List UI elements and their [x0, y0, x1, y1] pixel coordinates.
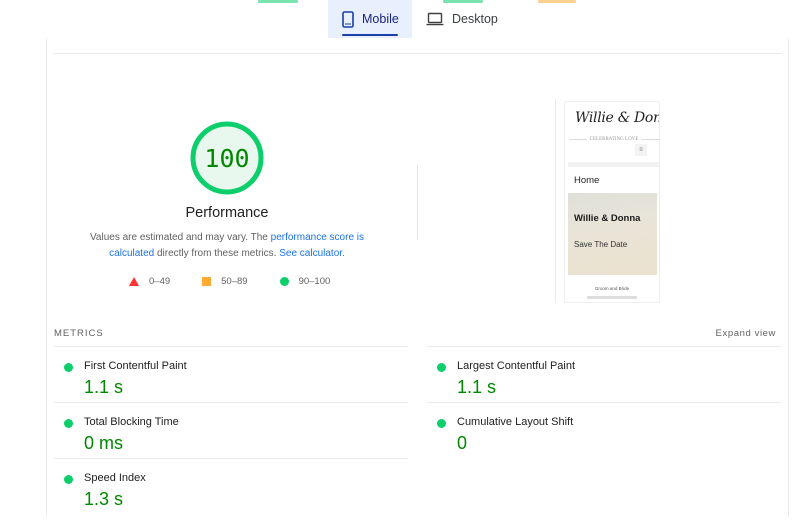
cropped-score-fragment [258, 0, 298, 3]
divider [427, 346, 781, 347]
description-text: directly from these metrics. [154, 248, 280, 259]
metric-cumulative-layout-shift: Cumulative Layout Shift 0 [427, 412, 767, 468]
pass-circle-icon [64, 419, 73, 428]
metric-name: Speed Index [84, 472, 146, 484]
metrics-section-label: METRICS [54, 328, 104, 339]
active-tab-indicator [342, 34, 398, 36]
metric-total-blocking-time: Total Blocking Time 0 ms [54, 412, 394, 468]
orange-square-icon [202, 277, 212, 286]
metric-name: Largest Contentful Paint [457, 360, 576, 372]
preview-nav-home: Home [574, 175, 600, 186]
pass-circle-icon [437, 363, 446, 372]
see-calculator-link[interactable]: See calculator. [279, 248, 345, 259]
preview-bar [568, 162, 659, 167]
metric-name: First Contentful Paint [84, 360, 187, 372]
page-screenshot-thumbnail[interactable]: Willie & Donn CELEBRATING LOVE ≡ Home Wi… [564, 101, 660, 303]
metric-first-contentful-paint: First Contentful Paint 1.1 s [54, 356, 394, 412]
metric-value: 1.1 s [84, 377, 124, 397]
description-text: Values are estimated and may vary. The [89, 232, 271, 243]
preview-site-title: Willie & Donn [575, 110, 659, 126]
gauge-description: Values are estimated and may vary. The p… [69, 230, 385, 262]
metric-speed-index: Speed Index 1.3 s [54, 468, 394, 524]
metric-value: 0 ms [84, 433, 124, 453]
preview-hero-image: Willie & Donna Save The Date [568, 193, 657, 275]
green-circle-icon [279, 277, 289, 286]
preview-hero-subtitle: Save The Date [574, 240, 628, 249]
vertical-divider [417, 165, 418, 240]
divider [54, 346, 408, 347]
tab-desktop-label: Desktop [452, 12, 498, 26]
gauge-title: Performance [185, 205, 269, 221]
tab-mobile-label: Mobile [362, 12, 399, 26]
performance-score: 100 [204, 143, 250, 173]
metric-largest-contentful-paint: Largest Contentful Paint 1.1 s [427, 356, 767, 412]
tab-mobile[interactable]: Mobile [328, 0, 412, 38]
divider [53, 53, 782, 54]
laptop-icon [426, 12, 444, 26]
preview-tagline: CELEBRATING LOVE [569, 137, 659, 142]
metric-value: 1.1 s [457, 377, 497, 397]
cropped-score-fragment [538, 0, 576, 3]
pass-circle-icon [437, 419, 446, 428]
legend-pass: 90–100 [279, 276, 331, 287]
device-tabs: Mobile Desktop [328, 0, 512, 38]
pass-circle-icon [64, 363, 73, 372]
preview-hero-title: Willie & Donna [574, 213, 641, 224]
hamburger-menu-icon: ≡ [635, 144, 647, 156]
pass-circle-icon [64, 475, 73, 484]
expand-view-button[interactable]: Expand view [716, 328, 776, 339]
score-legend: 0–49 50–89 90–100 [129, 276, 362, 287]
legend-average: 50–89 [202, 276, 248, 287]
metric-value: 1.3 s [84, 489, 124, 509]
preview-cropped-text [587, 296, 637, 299]
metric-value: 0 [457, 433, 468, 453]
tab-desktop[interactable]: Desktop [412, 0, 512, 38]
performance-report-card: 100 Performance Values are estimated and… [46, 38, 789, 517]
legend-label: 50–89 [221, 276, 248, 287]
metric-name: Total Blocking Time [84, 416, 179, 428]
red-triangle-icon [129, 277, 139, 286]
preview-tagline-text: CELEBRATING LOVE [589, 137, 639, 142]
preview-footer-text: Groom and Bride [594, 286, 630, 291]
smartphone-icon [342, 10, 354, 28]
performance-score-gauge[interactable]: 100 [189, 120, 265, 196]
legend-label: 90–100 [298, 276, 331, 287]
legend-fail: 0–49 [129, 276, 170, 287]
metric-name: Cumulative Layout Shift [457, 416, 574, 428]
legend-label: 0–49 [149, 276, 171, 287]
